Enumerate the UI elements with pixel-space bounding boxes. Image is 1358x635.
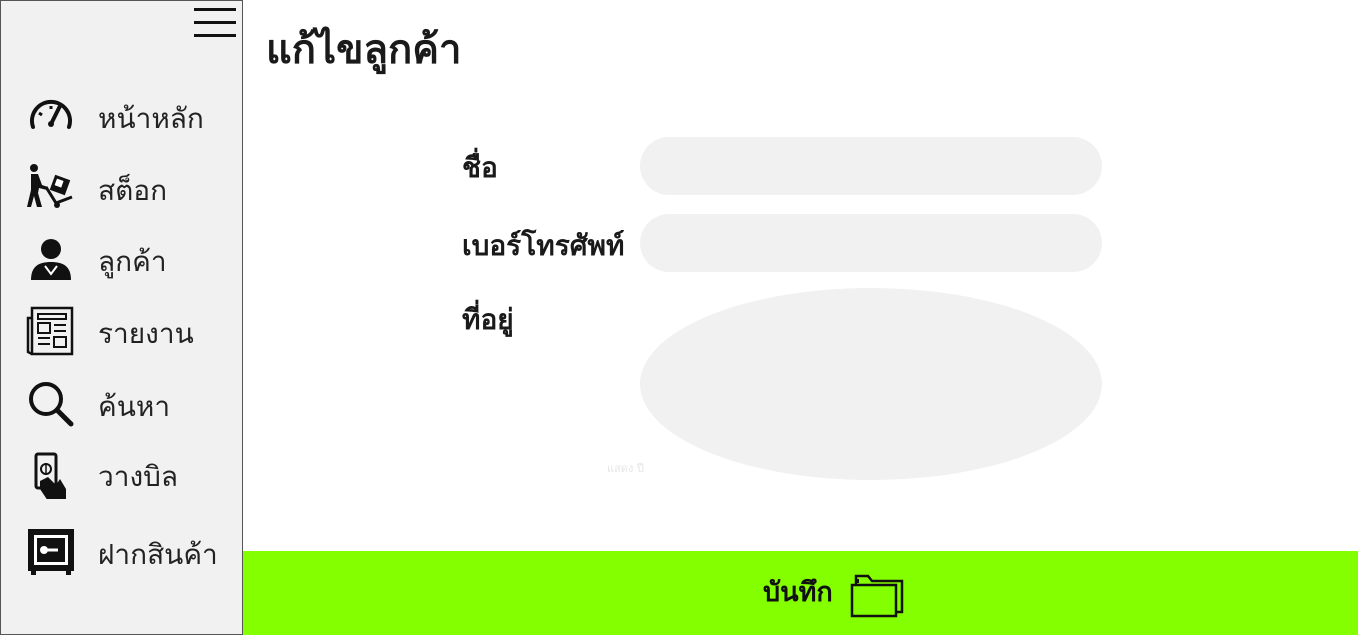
phone-label: เบอร์โทรศัพท์ xyxy=(462,229,625,262)
address-label: ที่อยู่ xyxy=(462,303,514,336)
search-icon xyxy=(26,379,76,429)
sidebar-item-label: ฝากสินค้า xyxy=(98,538,218,571)
sidebar-item-reports[interactable]: รายงาน xyxy=(26,306,236,362)
sidebar-item-label: สต็อก xyxy=(98,174,168,207)
phone-input[interactable] xyxy=(640,214,1102,272)
sidebar-item-label: ลูกค้า xyxy=(98,245,167,278)
folder-icon xyxy=(850,568,908,618)
safe-icon xyxy=(26,527,76,577)
page-title: แก้ไขลูกค้า xyxy=(266,27,462,73)
save-button[interactable]: บันทึก xyxy=(243,551,1358,635)
hamburger-menu-icon[interactable] xyxy=(194,8,236,39)
sidebar-item-billing[interactable]: วางบิล xyxy=(26,449,236,505)
address-ghost-text: แสดง ปี xyxy=(607,462,644,475)
user-icon xyxy=(26,234,76,284)
hand-money-icon xyxy=(26,449,76,501)
sidebar-item-search[interactable]: ค้นหา xyxy=(26,379,236,435)
sidebar-item-label: รายงาน xyxy=(98,317,194,350)
newspaper-icon xyxy=(26,306,76,356)
save-button-label: บันทึก xyxy=(763,577,833,608)
name-input[interactable] xyxy=(640,137,1102,195)
sidebar-item-label: หน้าหลัก xyxy=(98,102,204,135)
hand-truck-icon xyxy=(26,163,76,213)
sidebar-item-stock[interactable]: สต็อก xyxy=(26,163,236,219)
address-textarea[interactable] xyxy=(640,288,1102,480)
sidebar-item-deposit[interactable]: ฝากสินค้า xyxy=(26,527,236,583)
sidebar-item-label: วางบิล xyxy=(98,460,179,493)
sidebar: หน้าหลัก สต็อก ลูกค้า รายงาน ค้นหา วางบิ… xyxy=(0,0,243,635)
sidebar-item-label: ค้นหา xyxy=(98,390,171,423)
sidebar-item-home[interactable]: หน้าหลัก xyxy=(26,91,236,147)
name-label: ชื่อ xyxy=(462,151,498,184)
sidebar-item-customers[interactable]: ลูกค้า xyxy=(26,234,236,290)
speedometer-icon xyxy=(26,91,76,141)
